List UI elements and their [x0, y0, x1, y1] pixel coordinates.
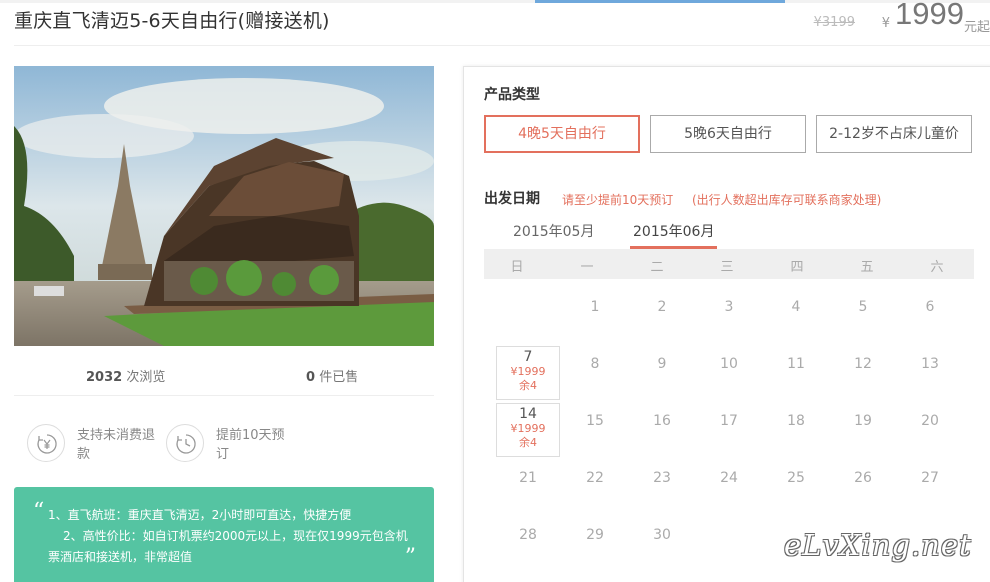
- calendar-day: 5: [858, 299, 868, 315]
- price-box: ¥3199 ¥ 1999 元起: [790, 0, 990, 40]
- calendar-day-available[interactable]: 14 ¥1999 余4: [496, 403, 560, 457]
- booking-panel: 产品类型 4晚5天自由行 5晚6天自由行 2-12岁不占床儿童价 出发日期 请至…: [463, 66, 990, 582]
- weekday-header: 日一二三四五六: [484, 249, 974, 279]
- weekday-label: 四: [790, 260, 804, 275]
- feature-refund-text: 支持未消费退款: [77, 428, 156, 462]
- day-number: 14: [519, 406, 537, 422]
- product-type-option-5n6d[interactable]: 5晚6天自由行: [650, 115, 806, 153]
- calendar-day: 27: [921, 470, 939, 486]
- product-type-label: 产品类型: [484, 87, 540, 103]
- calendar-day: 12: [854, 356, 872, 372]
- sold-count: 0: [306, 370, 316, 385]
- highlight-line-3: 票酒店和接送机，非常超值: [48, 550, 193, 564]
- calendar-day: 30: [653, 527, 671, 543]
- calendar-day: 24: [720, 470, 738, 486]
- day-price: ¥1999: [510, 365, 546, 378]
- views-label: 次浏览: [126, 370, 166, 385]
- original-price: ¥3199: [813, 15, 855, 30]
- day-price: ¥1999: [510, 422, 546, 435]
- product-title: 重庆直飞清迈5-6天自由行(赠接送机): [14, 10, 330, 32]
- weekday-label: 二: [650, 260, 664, 275]
- product-type-option-4n5d[interactable]: 4晚5天自由行: [484, 115, 640, 153]
- calendar-day: 28: [519, 527, 537, 543]
- calendar-day: 1: [590, 299, 600, 315]
- currency-symbol: ¥: [881, 16, 890, 31]
- calendar-day: 8: [590, 356, 600, 372]
- calendar-day: 16: [653, 413, 671, 429]
- calendar-day: 17: [720, 413, 738, 429]
- calendar-day: 3: [724, 299, 734, 315]
- advance-booking-note: 请至少提前10天预订: [562, 193, 674, 207]
- feature-advance-text: 提前10天预订: [216, 428, 285, 462]
- day-number: 7: [523, 349, 533, 365]
- calendar-day: 13: [921, 356, 939, 372]
- calendar-day: 10: [720, 356, 738, 372]
- departure-date-label: 出发日期: [484, 191, 540, 207]
- sold-label: 件已售: [319, 370, 359, 385]
- clock-icon: [166, 424, 204, 462]
- open-quote-icon: “: [33, 499, 45, 524]
- temple-photo-illustration: [14, 66, 434, 346]
- weekday-label: 六: [930, 260, 944, 275]
- close-quote-icon: ”: [404, 545, 416, 570]
- calendar-day: 23: [653, 470, 671, 486]
- highlights-box: “ 1、直飞航班：重庆直飞清迈，2小时即可直达，快捷方便 2、高性价比：如自订机…: [14, 487, 434, 582]
- product-type-option-child[interactable]: 2-12岁不占床儿童价: [816, 115, 972, 153]
- price-suffix: 元起: [963, 20, 990, 35]
- calendar-day: 29: [586, 527, 604, 543]
- calendar-day: 21: [519, 470, 537, 486]
- highlight-line-1: 1、直飞航班：重庆直飞清迈，2小时即可直达，快捷方便: [48, 508, 352, 522]
- calendar-day: 20: [921, 413, 939, 429]
- calendar-day: 2: [657, 299, 667, 315]
- product-header: 重庆直飞清迈5-6天自由行(赠接送机) ¥3199 ¥ 1999 元起: [14, 0, 990, 46]
- calendar-day: 11: [787, 356, 805, 372]
- calendar-day: 4: [791, 299, 801, 315]
- calendar-day: 22: [586, 470, 604, 486]
- calendar-day-available[interactable]: 7 ¥1999 余4: [496, 346, 560, 400]
- weekday-label: 一: [580, 260, 594, 275]
- weekday-label: 三: [720, 260, 734, 275]
- month-tab-may[interactable]: 2015年05月: [510, 221, 597, 249]
- highlight-line-2: 2、高性价比：如自订机票约2000元以上，现在仅1999元包含机: [63, 529, 408, 543]
- weekday-label: 五: [860, 260, 874, 275]
- stock-contact-note: (出行人数超出库存可联系商家处理): [692, 193, 882, 207]
- yen-refund-icon: [27, 424, 65, 462]
- product-photo[interactable]: [14, 66, 434, 346]
- watermark: eLvXing.net: [784, 528, 972, 562]
- calendar-day: 26: [854, 470, 872, 486]
- calendar-day: 19: [854, 413, 872, 429]
- product-stats: 2032 次浏览 0 件已售: [14, 360, 434, 396]
- calendar-day: 6: [925, 299, 935, 315]
- calendar-day: 25: [787, 470, 805, 486]
- views-stat: 2032 次浏览: [86, 366, 165, 385]
- day-remaining: 余4: [519, 436, 537, 449]
- month-tab-june[interactable]: 2015年06月: [630, 221, 718, 249]
- sold-stat: 0 件已售: [306, 366, 358, 385]
- calendar-day: 18: [787, 413, 805, 429]
- weekday-label: 日: [510, 260, 524, 275]
- views-count: 2032: [86, 370, 123, 385]
- calendar-day: 9: [657, 356, 667, 372]
- current-price: 1999: [895, 0, 964, 31]
- day-remaining: 余4: [519, 379, 537, 392]
- calendar-day: 15: [586, 413, 604, 429]
